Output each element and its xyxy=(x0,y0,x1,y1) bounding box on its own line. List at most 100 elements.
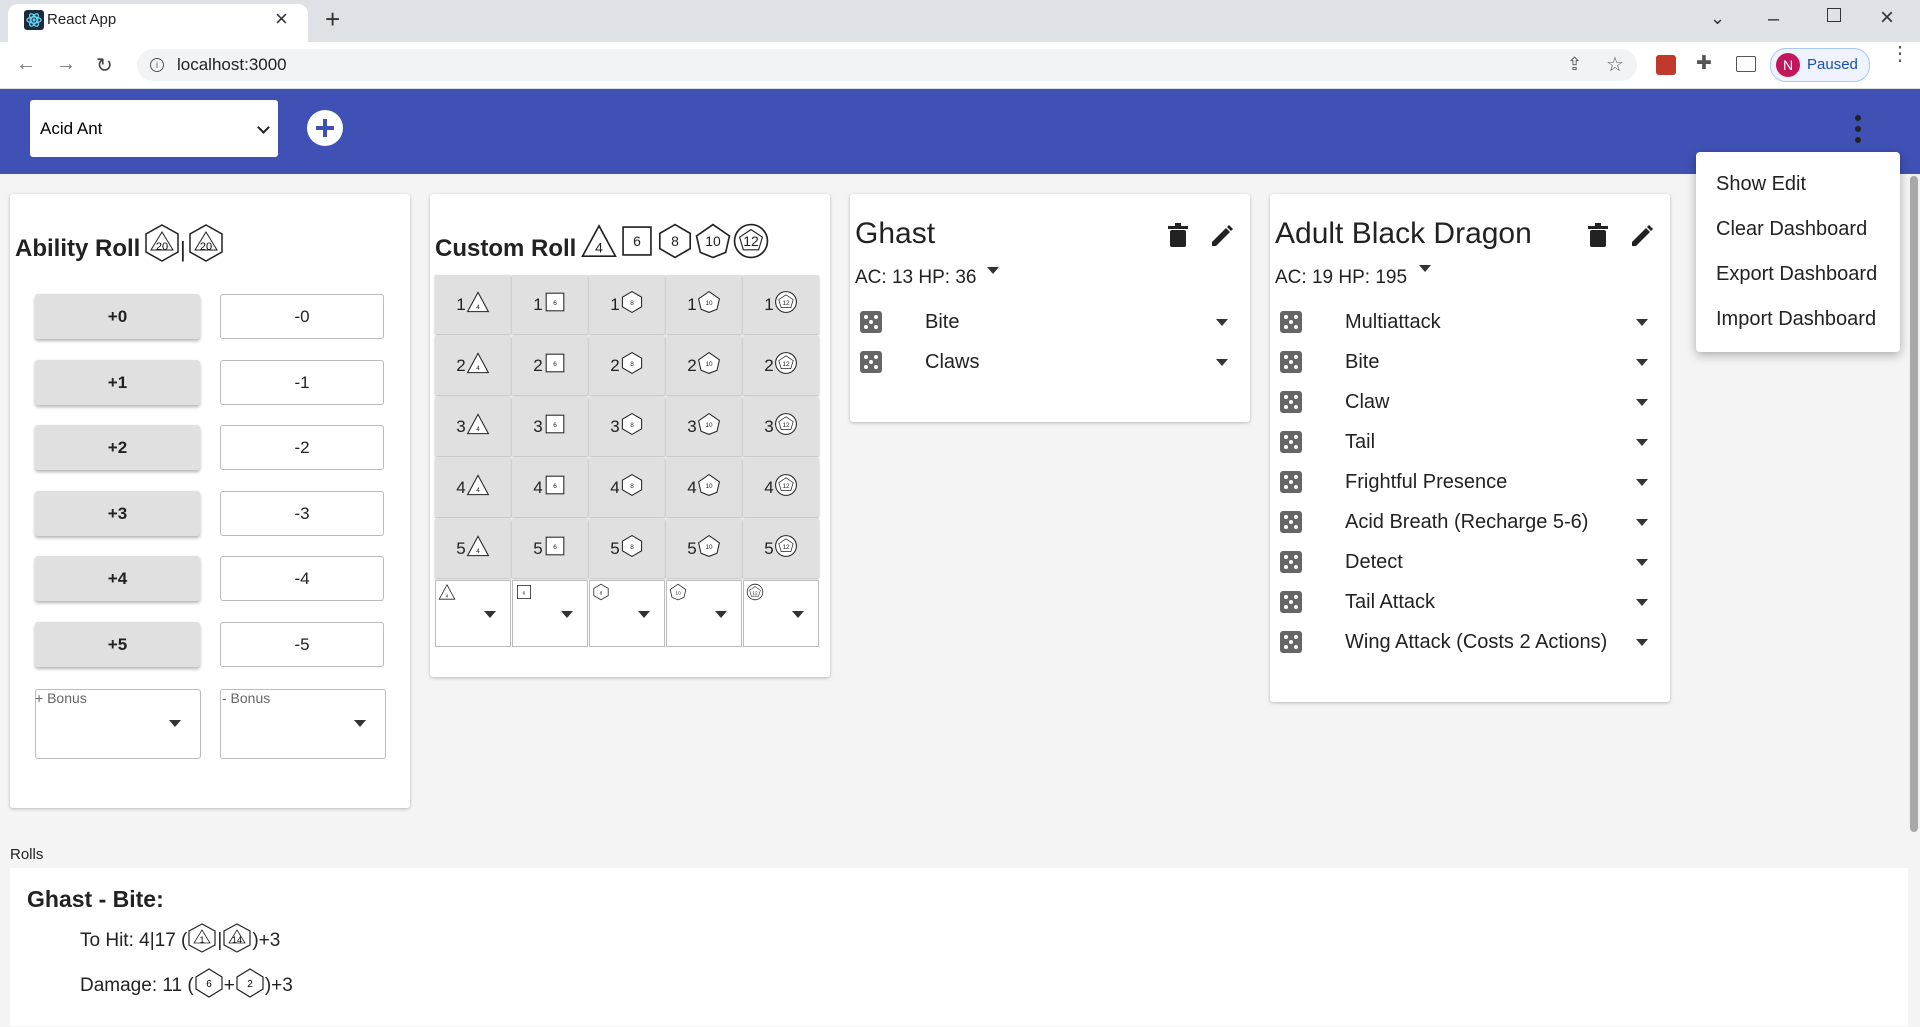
reload-icon[interactable]: ↻ xyxy=(96,53,113,78)
expand-caret-icon[interactable] xyxy=(1636,559,1648,566)
extension-icon[interactable] xyxy=(1656,55,1676,75)
expand-caret-icon[interactable] xyxy=(1636,439,1648,446)
dice-icon[interactable] xyxy=(1280,511,1302,533)
expand-caret-icon[interactable] xyxy=(1636,319,1648,326)
menu-item-show-edit[interactable]: Show Edit xyxy=(1716,173,1806,196)
roll-4d6-button[interactable]: 46 xyxy=(512,458,588,517)
dice-icon[interactable] xyxy=(1280,431,1302,453)
roll-1d8-button[interactable]: 18 xyxy=(589,275,665,334)
roll-3d4-button[interactable]: 34 xyxy=(435,397,511,456)
expand-caret-icon[interactable] xyxy=(1216,319,1228,326)
d8-count-select[interactable]: 8 xyxy=(589,580,665,647)
dice-icon[interactable] xyxy=(860,351,882,373)
roll-3d8-button[interactable]: 38 xyxy=(589,397,665,456)
dice-icon[interactable] xyxy=(1280,351,1302,373)
roll-2d6-button[interactable]: 26 xyxy=(512,336,588,395)
dragon-action-row[interactable]: Multiattack xyxy=(1275,304,1665,344)
new-tab-icon[interactable]: + xyxy=(325,4,340,35)
roll-4d4-button[interactable]: 44 xyxy=(435,458,511,517)
roll-2d10-button[interactable]: 2 10 xyxy=(666,336,742,395)
ghast-action-row[interactable]: Claws xyxy=(855,344,1245,384)
minus-1-button[interactable]: -1 xyxy=(220,360,384,405)
minus-4-button[interactable]: -4 xyxy=(220,556,384,601)
minus-3-button[interactable]: -3 xyxy=(220,491,384,536)
tab-search-icon[interactable]: ⌄ xyxy=(1710,8,1725,29)
dragon-action-row[interactable]: Claw xyxy=(1275,384,1665,424)
roll-5d6-button[interactable]: 56 xyxy=(512,519,588,578)
add-monster-button[interactable] xyxy=(307,110,343,146)
expand-caret-icon[interactable] xyxy=(1636,599,1648,606)
restore-icon[interactable] xyxy=(1827,8,1841,22)
site-info-icon[interactable]: i xyxy=(150,58,164,72)
d12-count-select[interactable]: 12 xyxy=(743,580,819,647)
expand-caret-icon[interactable] xyxy=(1636,399,1648,406)
dice-icon[interactable] xyxy=(860,311,882,333)
plus-5-button[interactable]: +5 xyxy=(35,622,200,667)
expand-caret-icon[interactable] xyxy=(1636,519,1648,526)
dragon-action-row[interactable]: Acid Breath (Recharge 5-6) xyxy=(1275,504,1665,544)
chrome-menu-icon[interactable]: ⋮ xyxy=(1890,44,1910,64)
puzzle-extensions-icon[interactable]: ✚ xyxy=(1696,52,1712,75)
dice-icon[interactable] xyxy=(1280,311,1302,333)
roll-3d12-button[interactable]: 3 12 xyxy=(743,397,819,456)
dice-icon[interactable] xyxy=(1280,631,1302,653)
scrollbar-thumb[interactable] xyxy=(1910,176,1918,832)
cast-icon[interactable] xyxy=(1736,56,1756,72)
minus-5-button[interactable]: -5 xyxy=(220,622,384,667)
expand-caret-icon[interactable] xyxy=(1216,359,1228,366)
expand-caret-icon[interactable] xyxy=(1636,479,1648,486)
roll-2d4-button[interactable]: 24 xyxy=(435,336,511,395)
dice-icon[interactable] xyxy=(1280,391,1302,413)
roll-3d10-button[interactable]: 3 10 xyxy=(666,397,742,456)
roll-5d12-button[interactable]: 5 12 xyxy=(743,519,819,578)
ghast-action-row[interactable]: Bite xyxy=(855,304,1245,344)
close-tab-icon[interactable]: × xyxy=(275,6,288,32)
dragon-action-row[interactable]: Detect xyxy=(1275,544,1665,584)
menu-item-import-dashboard[interactable]: Import Dashboard xyxy=(1716,308,1876,331)
plus-2-button[interactable]: +2 xyxy=(35,425,200,470)
expand-caret-icon[interactable] xyxy=(1636,359,1648,366)
stats-caret-icon[interactable] xyxy=(1419,265,1431,272)
roll-3d6-button[interactable]: 36 xyxy=(512,397,588,456)
plus-0-button[interactable]: +0 xyxy=(35,294,200,339)
bookmark-star-icon[interactable]: ☆ xyxy=(1606,52,1624,77)
minimize-icon[interactable]: – xyxy=(1768,8,1779,31)
close-window-icon[interactable]: × xyxy=(1880,4,1894,32)
dragon-action-row[interactable]: Bite xyxy=(1275,344,1665,384)
dice-icon[interactable] xyxy=(1280,551,1302,573)
roll-2d8-button[interactable]: 28 xyxy=(589,336,665,395)
edit-pencil-icon[interactable] xyxy=(1210,224,1234,253)
roll-2d12-button[interactable]: 2 12 xyxy=(743,336,819,395)
more-vert-icon[interactable] xyxy=(1853,114,1863,149)
d6-count-select[interactable]: 6 xyxy=(512,580,588,647)
dragon-action-row[interactable]: Frightful Presence xyxy=(1275,464,1665,504)
share-icon[interactable]: ⇪ xyxy=(1567,54,1582,75)
roll-5d8-button[interactable]: 58 xyxy=(589,519,665,578)
roll-1d6-button[interactable]: 16 xyxy=(512,275,588,334)
expand-caret-icon[interactable] xyxy=(1636,639,1648,646)
roll-5d10-button[interactable]: 5 10 xyxy=(666,519,742,578)
edit-pencil-icon[interactable] xyxy=(1630,224,1654,253)
forward-icon[interactable]: → xyxy=(56,53,76,76)
stats-caret-icon[interactable] xyxy=(987,267,999,274)
minus-0-button[interactable]: -0 xyxy=(220,294,384,339)
delete-icon[interactable] xyxy=(1168,223,1188,252)
delete-icon[interactable] xyxy=(1588,223,1608,252)
omnibox[interactable] xyxy=(137,49,1637,81)
menu-item-clear-dashboard[interactable]: Clear Dashboard xyxy=(1716,218,1867,241)
dice-icon[interactable] xyxy=(1280,591,1302,613)
d10-count-select[interactable]: 10 xyxy=(666,580,742,647)
minus-2-button[interactable]: -2 xyxy=(220,425,384,470)
dice-icon[interactable] xyxy=(1280,471,1302,493)
menu-item-export-dashboard[interactable]: Export Dashboard xyxy=(1716,263,1877,286)
d4-count-select[interactable]: 4 xyxy=(435,580,511,647)
dragon-action-row[interactable]: Tail xyxy=(1275,424,1665,464)
plus-1-button[interactable]: +1 xyxy=(35,360,200,405)
roll-4d12-button[interactable]: 4 12 xyxy=(743,458,819,517)
dragon-action-row[interactable]: Tail Attack xyxy=(1275,584,1665,624)
roll-4d8-button[interactable]: 48 xyxy=(589,458,665,517)
roll-1d4-button[interactable]: 14 xyxy=(435,275,511,334)
back-icon[interactable]: ← xyxy=(16,53,36,76)
dragon-action-row[interactable]: Wing Attack (Costs 2 Actions) xyxy=(1275,624,1665,664)
roll-1d12-button[interactable]: 1 12 xyxy=(743,275,819,334)
